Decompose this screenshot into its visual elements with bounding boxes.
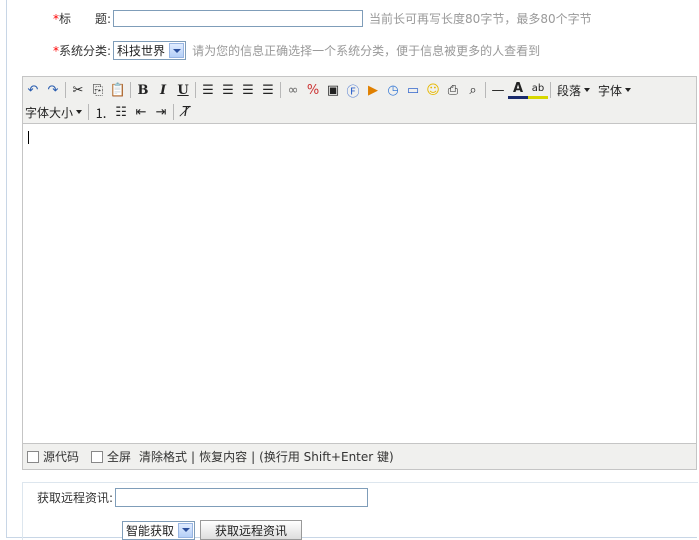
divider: | [251,449,256,464]
image-icon[interactable]: ▣ [323,80,343,100]
remote-url-input[interactable] [115,488,369,507]
title-input[interactable] [113,10,364,27]
title-label: 标 题: [59,12,112,26]
cut-icon[interactable]: ✂ [68,80,88,100]
fetch-remote-button[interactable]: 获取远程资讯 [200,520,303,540]
editor-toolbar: ↶ ↷ ✂ ⎘ 📋 B I U ☰ ☰ ☰ ☰ ∞ % ▣ Ⓕ ▶ ◷ ▭ ☺ … [23,77,696,124]
code-icon[interactable]: ⎙ [443,80,463,100]
editor-content-area[interactable] [23,124,696,444]
rich-text-editor: ↶ ↷ ✂ ⎘ 📋 B I U ☰ ☰ ☰ ☰ ∞ % ▣ Ⓕ ▶ ◷ ▭ ☺ … [22,76,697,470]
unlink-icon[interactable]: % [303,80,323,100]
flash-icon[interactable]: Ⓕ [343,80,363,100]
chevron-down-icon[interactable] [169,43,185,58]
emoticon-icon[interactable]: ☺ [423,80,443,100]
italic-icon[interactable]: I [153,80,173,100]
remote-row: 获取远程资讯: [37,488,369,507]
chevron-down-icon [76,110,83,114]
remote-label: 获取远程资讯: [37,491,114,505]
category-selected: 科技世界 [117,44,166,58]
remote-actions-row: 智能获取 获取远程资讯 [122,520,303,540]
toolbar-row-1: ↶ ↷ ✂ ⎘ 📋 B I U ☰ ☰ ☰ ☰ ∞ % ▣ Ⓕ ▶ ◷ ▭ ☺ … [23,79,635,101]
align-justify-icon[interactable]: ☰ [258,80,278,100]
clock-icon[interactable]: ◷ [383,80,403,100]
font-color-icon[interactable]: A [508,81,528,99]
outdent-icon[interactable]: ⇤ [131,102,151,122]
copy-icon[interactable]: ⎘ [88,80,108,100]
category-hint: 请为您的信息正确选择一个系统分类，便于信息被更多的人查看到 [192,44,541,58]
category-label: 系统分类: [59,44,112,58]
font-dropdown[interactable]: 字体 [594,82,635,99]
align-right-icon[interactable]: ☰ [238,80,258,100]
newline-hint: (换行用 Shift+Enter 键) [259,450,394,464]
title-row: * 标 题: 当前长可再写长度80字节，最多80个字节 [53,10,592,27]
remote-mode-select[interactable]: 智能获取 [122,520,196,540]
paragraph-dropdown[interactable]: 段落 [553,82,594,99]
align-left-icon[interactable]: ☰ [198,80,218,100]
highlight-icon[interactable]: ab [528,82,548,99]
source-checkbox[interactable] [27,450,39,463]
ordered-list-icon[interactable]: ⒈ [91,102,111,122]
indent-icon[interactable]: ⇥ [151,102,171,122]
divider: | [191,449,196,464]
bold-icon[interactable]: B [133,80,153,100]
editor-statusbar: 源代码 全屏 清除格式 | 恢复内容 | (换行用 Shift+Enter 键) [23,443,696,469]
paste-icon[interactable]: 📋 [108,80,128,100]
undo-icon[interactable]: ↶ [23,80,43,100]
fullscreen-checkbox[interactable] [91,450,104,463]
align-center-icon[interactable]: ☰ [218,80,238,100]
underline-icon[interactable]: U [173,80,193,100]
title-hint: 当前长可再写长度80字节，最多80个字节 [369,12,592,26]
chevron-down-icon [584,88,591,92]
search-icon[interactable]: ⌕ [463,80,483,100]
clear-format-link[interactable]: 清除格式 [139,448,187,465]
toolbar-row-2: 字体大小 ⒈ ☷ ⇤ ⇥ T̸ [23,101,196,123]
source-label: 源代码 [43,450,80,464]
table-icon[interactable]: ▭ [403,80,423,100]
text-caret [28,131,29,144]
category-row: * 系统分类: 科技世界 请为您的信息正确选择一个系统分类，便于信息被更多的人查… [53,41,540,60]
restore-link[interactable]: 恢复内容 [199,448,247,465]
category-select[interactable]: 科技世界 [113,41,187,60]
link-icon[interactable]: ∞ [283,80,303,100]
unordered-list-icon[interactable]: ☷ [111,102,131,122]
horizontal-rule-icon[interactable]: — [488,80,508,100]
fullscreen-label: 全屏 [107,450,132,464]
font-size-dropdown[interactable]: 字体大小 [23,104,86,121]
media-icon[interactable]: ▶ [363,80,383,100]
redo-icon[interactable]: ↷ [43,80,63,100]
remote-mode-selected: 智能获取 [126,523,175,538]
remove-format-icon[interactable]: T̸ [176,102,196,122]
chevron-down-icon [625,88,632,92]
chevron-down-icon[interactable] [178,522,194,538]
